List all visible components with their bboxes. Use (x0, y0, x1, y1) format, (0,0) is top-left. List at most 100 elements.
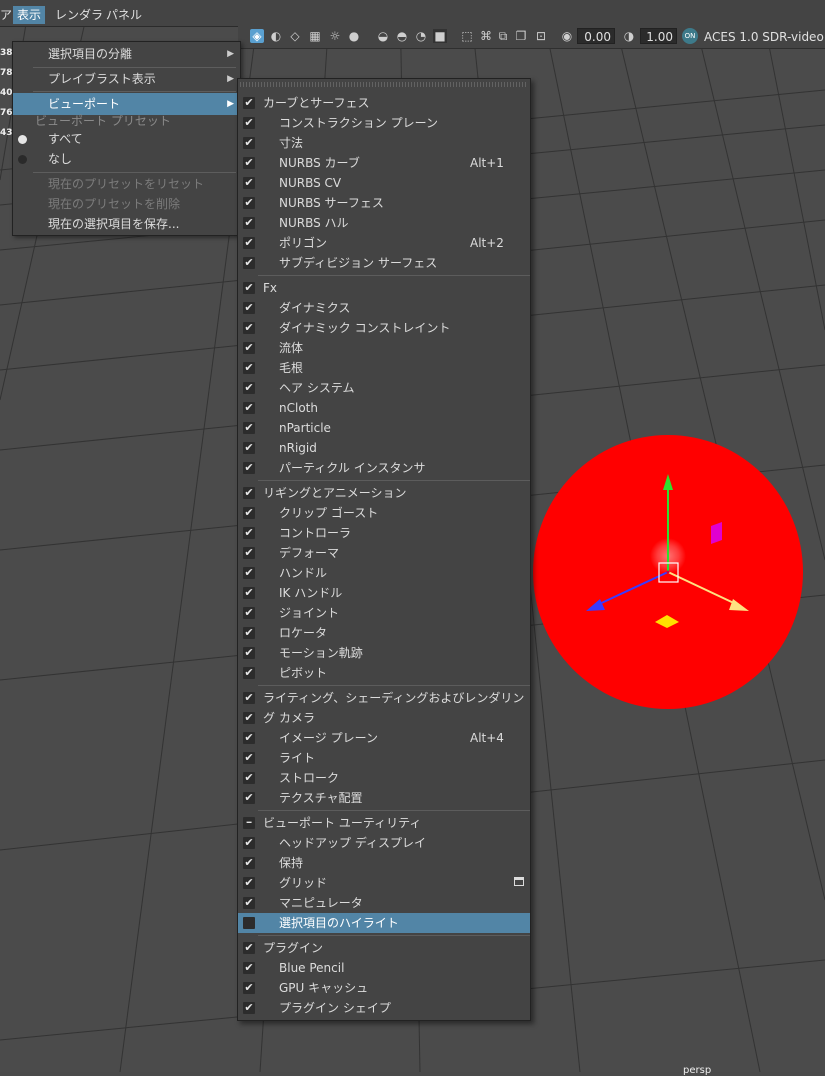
light-icon[interactable]: ☼ (328, 29, 342, 43)
submenu-arrow-icon: ▶ (227, 99, 234, 109)
menu-item-label: プラグイン シェイプ (279, 1001, 391, 1015)
menu-item-17[interactable]: ✔ nRigid (238, 438, 530, 458)
menu-item-14[interactable]: ✔ ヘア システム (238, 378, 530, 398)
gamma-icon[interactable]: ◑ (622, 29, 636, 43)
section-toggle-0[interactable]: ✔ カーブとサーフェス (238, 93, 530, 113)
viewport-submenu: ✔ カーブとサーフェス ✔ コンストラクション プレーン ✔ 寸法 ✔ NURBS カーブ Al… (237, 78, 531, 1021)
menu-item-11[interactable]: ✔ ダイナミック コンストレイント (238, 318, 530, 338)
antialias-icon[interactable]: ■ (433, 29, 447, 43)
menu-item-12[interactable]: ✔ 流体 (238, 338, 530, 358)
menu-item-15[interactable]: ✔ nCloth (238, 398, 530, 418)
menu-item-isolate-select[interactable]: 選択項目の分離 ▶ (13, 43, 240, 65)
gamma-field[interactable]: 1.00 (640, 28, 677, 44)
menu-item-label: nCloth (279, 401, 318, 415)
menu-item-32[interactable]: ✔ ライト (238, 748, 530, 768)
menu-item-42[interactable]: ✔ Blue Pencil (238, 958, 530, 978)
menu-item-38[interactable]: ✔ グリッド (238, 873, 530, 893)
menubar-item-panels[interactable]: パネル (102, 6, 146, 24)
motion-blur-icon[interactable]: ◔ (414, 29, 428, 43)
menu-item-label: マニピュレータ (279, 896, 363, 910)
menu-item-40[interactable]: 選択項目のハイライト (238, 913, 530, 933)
menu-item-44[interactable]: ✔ プラグイン シェイプ (238, 998, 530, 1018)
menu-item-27[interactable]: ✔ モーション軌跡 (238, 643, 530, 663)
menubar-item-renderer[interactable]: レンダラ (51, 6, 107, 24)
menu-item-6[interactable]: ✔ NURBS ハル (238, 213, 530, 233)
menu-item-label: ポリゴン (279, 236, 328, 250)
preset-all[interactable]: すべて (13, 128, 240, 150)
menu-item-label: ヘア システム (279, 381, 355, 395)
menu-divider (258, 480, 530, 481)
exposure-icon[interactable]: ◉ (560, 29, 574, 43)
option-box-icon[interactable] (514, 877, 524, 886)
section-toggle-29[interactable]: ✔ ライティング、シェーディングおよびレンダリング (238, 688, 530, 725)
checkmark-icon: ✔ (243, 196, 255, 209)
menu-item-5[interactable]: ✔ NURBS サーフェス (238, 193, 530, 213)
menu-item-36[interactable]: ✔ ヘッドアップ ディスプレイ (238, 833, 530, 853)
menu-item-2[interactable]: ✔ 寸法 (238, 133, 530, 153)
section-toggle-41[interactable]: ✔ プラグイン (238, 938, 530, 958)
checkmark-icon: ✔ (243, 711, 255, 724)
menu-item-label: Fx (263, 281, 278, 295)
checkmark-icon: ✔ (243, 856, 255, 869)
ambient-occlusion-icon[interactable]: ◓ (395, 29, 409, 43)
menu-item-8[interactable]: ✔ サブディビジョン サーフェス (238, 253, 530, 273)
menu-item-20[interactable]: ✔ クリップ ゴースト (238, 503, 530, 523)
preset-none[interactable]: なし (13, 148, 240, 170)
menu-item-label: ピボット (279, 666, 328, 680)
xray-joints-icon[interactable]: ⧉ (496, 29, 510, 43)
menu-item-label: クリップ ゴースト (279, 506, 379, 520)
half-shaded-sphere-icon[interactable]: ◐ (269, 29, 283, 43)
menu-item-43[interactable]: ✔ GPU キャッシュ (238, 978, 530, 998)
menu-item-25[interactable]: ✔ ジョイント (238, 603, 530, 623)
section-toggle-19[interactable]: ✔ リギングとアニメーション (238, 483, 530, 503)
menu-item-13[interactable]: ✔ 毛根 (238, 358, 530, 378)
menu-item-label: カメラ (279, 711, 316, 725)
menu-item-save-selection[interactable]: 現在の選択項目を保存... (13, 213, 240, 235)
checkmark-icon: ✔ (243, 606, 255, 619)
section-toggle-35[interactable]: ━ ビューポート ユーティリティ (238, 813, 530, 833)
shadow-icon[interactable]: ◒ (376, 29, 390, 43)
menu-item-label: 毛根 (279, 361, 304, 375)
menu-item-34[interactable]: ✔ テクスチャ配置 (238, 788, 530, 808)
view-transform-label[interactable]: ACES 1.0 SDR-video (704, 28, 824, 46)
color-management-toggle-icon[interactable]: ON (682, 28, 698, 44)
wire-cube-icon[interactable]: ◇ (288, 29, 302, 43)
menu-item-22[interactable]: ✔ デフォーマ (238, 543, 530, 563)
menu-item-23[interactable]: ✔ ハンドル (238, 563, 530, 583)
menu-item-24[interactable]: ✔ IK ハンドル (238, 583, 530, 603)
menu-item-3[interactable]: ✔ NURBS カーブ Alt+1 (238, 153, 530, 173)
resolution-gate-icon[interactable]: ⊡ (534, 29, 548, 43)
checker-icon[interactable]: ▦ (308, 29, 322, 43)
menu-item-label: NURBS サーフェス (279, 196, 384, 210)
menu-item-21[interactable]: ✔ コントローラ (238, 523, 530, 543)
menu-item-18[interactable]: ✔ パーティクル インスタンサ (238, 458, 530, 478)
menubar-item-show[interactable]: 表示 (13, 6, 46, 24)
menu-item-37[interactable]: ✔ 保持 (238, 853, 530, 873)
checkmark-icon: ✔ (243, 301, 255, 314)
shaded-cube-icon[interactable]: ◈ (250, 29, 264, 43)
menu-item-28[interactable]: ✔ ピボット (238, 663, 530, 683)
menu-item-label: グリッド (279, 876, 328, 890)
tear-off-handle[interactable] (240, 82, 528, 87)
menu-item-viewport[interactable]: ビューポート ▶ (13, 93, 240, 115)
menu-item-26[interactable]: ✔ ロケータ (238, 623, 530, 643)
menu-item-39[interactable]: ✔ マニピュレータ (238, 893, 530, 913)
menu-item-label: デフォーマ (279, 546, 340, 560)
menu-item-label: サブディビジョン サーフェス (279, 256, 438, 270)
xray-components-icon[interactable]: ❐ (514, 29, 528, 43)
section-toggle-9[interactable]: ✔ Fx (238, 278, 530, 298)
menu-item-30[interactable]: ✔ カメラ (238, 708, 530, 728)
menu-item-4[interactable]: ✔ NURBS CV (238, 173, 530, 193)
menu-item-31[interactable]: ✔ イメージ プレーン Alt+4 (238, 728, 530, 748)
menu-item-1[interactable]: ✔ コンストラクション プレーン (238, 113, 530, 133)
xray-icon[interactable]: ⌘ (479, 29, 493, 43)
checkmark-icon: ✔ (243, 236, 255, 249)
menu-item-7[interactable]: ✔ ポリゴン Alt+2 (238, 233, 530, 253)
menu-item-16[interactable]: ✔ nParticle (238, 418, 530, 438)
exposure-field[interactable]: 0.00 (577, 28, 615, 44)
texture-sphere-icon[interactable]: ● (347, 29, 361, 43)
menu-item-10[interactable]: ✔ ダイナミクス (238, 298, 530, 318)
isolate-select-icon[interactable]: ⬚ (460, 29, 474, 43)
menu-item-playblast-display[interactable]: プレイブラスト表示 ▶ (13, 68, 240, 90)
menu-item-33[interactable]: ✔ ストローク (238, 768, 530, 788)
